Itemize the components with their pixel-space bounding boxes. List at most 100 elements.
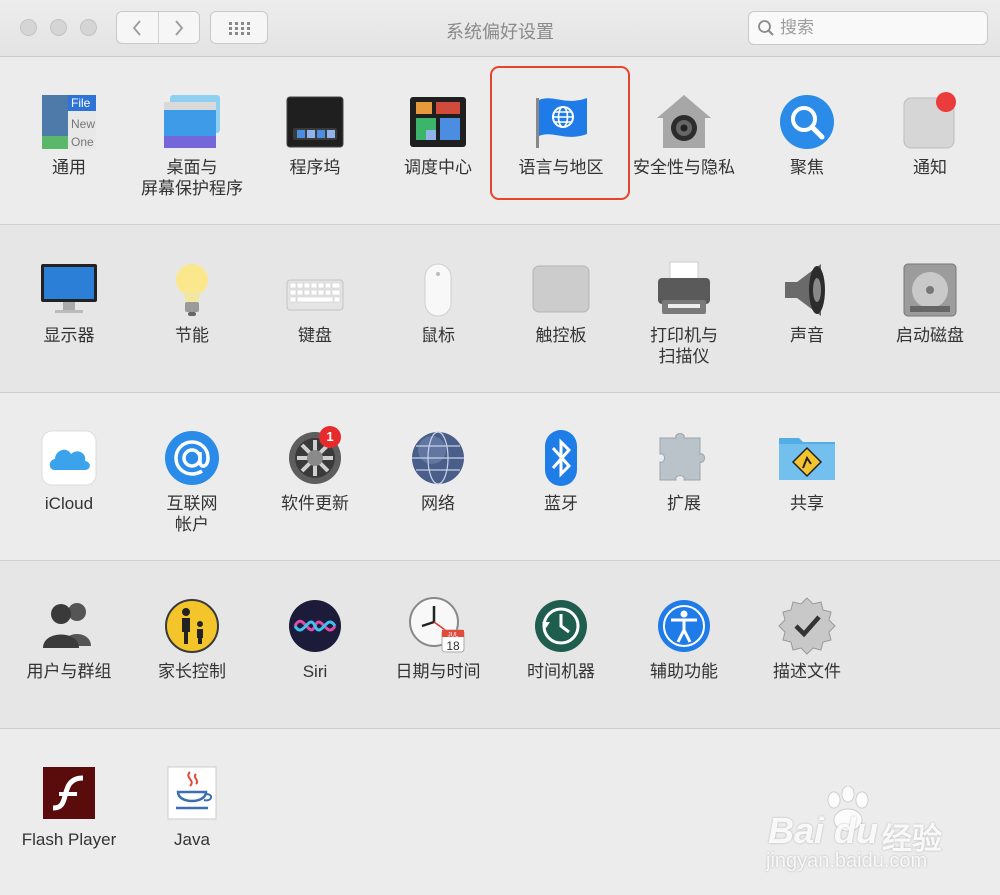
pane-label: 互联网 帐户 bbox=[166, 494, 218, 534]
pane-label: 触控板 bbox=[535, 326, 587, 345]
pane-label: 打印机与 扫描仪 bbox=[650, 326, 718, 366]
zoom-button[interactable] bbox=[80, 19, 97, 36]
pane-energy-saver[interactable]: 节能 bbox=[133, 260, 251, 346]
pane-mouse[interactable]: 鼠标 bbox=[379, 260, 497, 346]
security-house-icon bbox=[654, 92, 714, 152]
pane-users-groups[interactable]: 用户与群组 bbox=[10, 596, 128, 682]
mission-control-icon bbox=[408, 92, 468, 152]
time-machine-icon bbox=[531, 596, 591, 656]
pane-bluetooth[interactable]: 蓝牙 bbox=[502, 428, 620, 514]
clock-calendar-icon: JUL 18 bbox=[408, 596, 468, 656]
pane-general[interactable]: File New One 通用 bbox=[10, 92, 128, 178]
minimize-button[interactable] bbox=[50, 19, 67, 36]
forward-button[interactable] bbox=[157, 12, 200, 43]
pane-label: 时间机器 bbox=[527, 662, 595, 681]
pane-label: 桌面与 屏幕保护程序 bbox=[141, 158, 243, 198]
pane-time-machine[interactable]: 时间机器 bbox=[502, 596, 620, 682]
keyboard-icon bbox=[285, 260, 345, 320]
search-icon bbox=[758, 20, 774, 36]
at-sign-icon bbox=[162, 428, 222, 488]
sharing-folder-icon bbox=[777, 428, 837, 488]
close-button[interactable] bbox=[20, 19, 37, 36]
pane-label: Flash Player bbox=[21, 830, 117, 849]
show-all-button[interactable] bbox=[210, 11, 268, 44]
pane-label: 程序坞 bbox=[289, 158, 341, 177]
accessibility-icon bbox=[654, 596, 714, 656]
pane-language-region[interactable]: 语言与地区 bbox=[502, 92, 620, 178]
pane-label: 描述文件 bbox=[773, 662, 841, 681]
pane-sharing[interactable]: 共享 bbox=[748, 428, 866, 514]
svg-text:One: One bbox=[71, 135, 94, 149]
pane-accessibility[interactable]: 辅助功能 bbox=[625, 596, 743, 682]
svg-text:18: 18 bbox=[446, 639, 460, 653]
pane-network[interactable]: 网络 bbox=[379, 428, 497, 514]
pane-security-privacy[interactable]: 安全性与隐私 bbox=[625, 92, 743, 178]
pane-trackpad[interactable]: 触控板 bbox=[502, 260, 620, 346]
pane-software-update[interactable]: 1 软件更新 bbox=[256, 426, 374, 514]
language-region-flag-icon bbox=[531, 92, 591, 152]
pane-label: 安全性与隐私 bbox=[633, 158, 735, 177]
pane-label: 节能 bbox=[175, 326, 209, 345]
notifications-icon bbox=[900, 92, 960, 152]
flash-player-icon bbox=[39, 764, 99, 824]
siri-icon bbox=[285, 596, 345, 656]
network-globe-icon bbox=[408, 428, 468, 488]
watermark-url: jingyan.baidu.com bbox=[766, 850, 928, 872]
pane-icloud[interactable]: iCloud bbox=[10, 428, 128, 514]
pane-printers-scanners[interactable]: 打印机与 扫描仪 bbox=[625, 260, 743, 367]
svg-text:File: File bbox=[71, 96, 91, 110]
spotlight-magnifier-icon bbox=[777, 92, 837, 152]
pane-label: 用户与群组 bbox=[26, 662, 112, 681]
software-update-gear-icon: 1 bbox=[285, 426, 345, 488]
pane-parental-controls[interactable]: 家长控制 bbox=[133, 596, 251, 682]
pane-label: 通用 bbox=[52, 158, 86, 177]
pane-spotlight[interactable]: 聚焦 bbox=[748, 92, 866, 178]
pane-extensions[interactable]: 扩展 bbox=[625, 428, 743, 514]
pane-label: 通知 bbox=[913, 158, 947, 177]
pane-java[interactable]: Java bbox=[133, 764, 251, 850]
search-input[interactable] bbox=[778, 17, 982, 39]
java-coffee-cup-icon bbox=[162, 764, 222, 824]
speaker-icon bbox=[777, 260, 837, 320]
search-field[interactable] bbox=[748, 11, 988, 45]
chevron-left-icon bbox=[133, 19, 141, 36]
display-monitor-icon bbox=[39, 260, 99, 320]
pane-label: 声音 bbox=[790, 326, 824, 345]
pane-label: 鼠标 bbox=[421, 326, 455, 345]
pane-label: 语言与地区 bbox=[518, 158, 604, 177]
parental-controls-icon bbox=[162, 596, 222, 656]
pane-dock[interactable]: 程序坞 bbox=[256, 92, 374, 178]
pane-label: 聚焦 bbox=[790, 158, 824, 177]
pane-label: 家长控制 bbox=[158, 662, 226, 681]
pane-desktop[interactable]: 桌面与 屏幕保护程序 bbox=[133, 92, 251, 199]
watermark-brand: Bai du bbox=[768, 810, 879, 851]
pane-startup-disk[interactable]: 启动磁盘 bbox=[871, 260, 989, 346]
pane-notifications[interactable]: 通知 bbox=[871, 92, 989, 178]
pane-label: 显示器 bbox=[43, 326, 95, 345]
lightbulb-icon bbox=[162, 260, 222, 320]
pane-date-time[interactable]: JUL 18 日期与时间 bbox=[379, 596, 497, 682]
pane-siri[interactable]: Siri bbox=[256, 596, 374, 682]
pane-mission-control[interactable]: 调度中心 bbox=[379, 92, 497, 178]
profiles-checkmark-badge-icon bbox=[777, 596, 837, 656]
pane-label: 启动磁盘 bbox=[896, 326, 964, 345]
pane-label: Java bbox=[174, 830, 210, 849]
pane-keyboard[interactable]: 键盘 bbox=[256, 260, 374, 346]
icloud-icon bbox=[39, 428, 99, 488]
pane-sound[interactable]: 声音 bbox=[748, 260, 866, 346]
title-bar: 系统偏好设置 bbox=[0, 0, 1000, 57]
pane-label: 扩展 bbox=[667, 494, 701, 513]
pane-label: 蓝牙 bbox=[544, 494, 578, 513]
pane-flash-player[interactable]: Flash Player bbox=[10, 764, 128, 850]
back-button[interactable] bbox=[117, 12, 158, 43]
puzzle-piece-icon bbox=[654, 428, 714, 488]
pane-profiles[interactable]: 描述文件 bbox=[748, 596, 866, 682]
pane-label: 辅助功能 bbox=[650, 662, 718, 681]
pane-displays[interactable]: 显示器 bbox=[10, 260, 128, 346]
pane-internet-accounts[interactable]: 互联网 帐户 bbox=[133, 428, 251, 535]
nav-button-group bbox=[116, 11, 200, 44]
pane-label: 软件更新 bbox=[281, 494, 349, 513]
dock-icon bbox=[285, 92, 345, 152]
pane-label: iCloud bbox=[44, 494, 94, 513]
pane-label: 共享 bbox=[790, 494, 824, 513]
